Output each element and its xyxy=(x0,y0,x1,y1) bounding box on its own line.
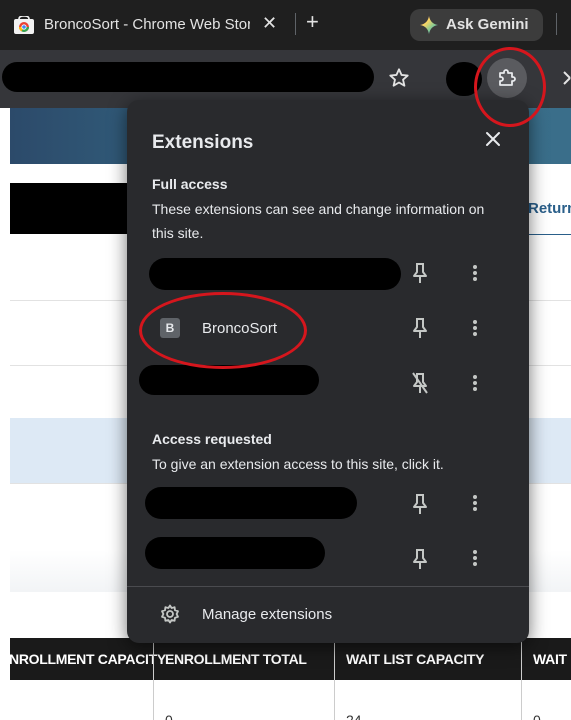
more-options-icon[interactable] xyxy=(472,264,478,282)
gemini-sparkle-icon xyxy=(420,16,438,34)
screen: BroncoSort - Chrome Web Store ✕ + Ask Ge… xyxy=(0,0,571,720)
manage-extensions-link[interactable]: Manage extensions xyxy=(202,606,332,623)
annotation-circle-extensions-button xyxy=(474,47,546,127)
more-options-icon[interactable] xyxy=(472,374,478,392)
kebab-menu-icon[interactable] xyxy=(562,64,571,90)
extension-item-redacted[interactable] xyxy=(139,365,319,395)
pin-icon[interactable] xyxy=(412,262,428,284)
access-requested-heading: Access requested xyxy=(152,431,272,447)
column-divider xyxy=(334,638,335,720)
tab-separator-right xyxy=(556,13,557,35)
address-bar-redacted[interactable] xyxy=(2,62,374,92)
close-icon[interactable] xyxy=(484,130,502,148)
table-cell: 0 xyxy=(533,712,541,720)
column-header-wait-list-capacity[interactable]: WAIT LIST CAPACITY xyxy=(346,651,485,667)
tab-bar: BroncoSort - Chrome Web Store ✕ + Ask Ge… xyxy=(0,0,571,50)
page-heading-redacted xyxy=(10,183,135,234)
tab-separator xyxy=(295,13,296,35)
return-link-underline xyxy=(528,234,571,235)
popup-divider xyxy=(127,586,529,587)
access-requested-description: To give an extension access to this site… xyxy=(152,456,444,472)
tab-close-icon[interactable]: ✕ xyxy=(262,13,277,34)
chrome-web-store-icon xyxy=(14,16,34,34)
more-options-icon[interactable] xyxy=(472,549,478,567)
ask-gemini-label: Ask Gemini xyxy=(446,16,529,33)
pin-icon[interactable] xyxy=(412,548,428,570)
gear-icon xyxy=(161,604,179,624)
more-options-icon[interactable] xyxy=(472,319,478,337)
return-to-link[interactable]: Return To xyxy=(528,200,571,217)
browser-tab[interactable]: BroncoSort - Chrome Web Store ✕ xyxy=(0,0,296,50)
column-header-enrollment-total[interactable]: ENROLLMENT TOTAL xyxy=(165,651,307,667)
column-divider xyxy=(521,638,522,720)
extension-item-redacted[interactable] xyxy=(149,258,401,290)
column-header-enrollment-capacity[interactable]: ENROLLMENT CAPACITY xyxy=(0,651,166,667)
full-access-description: These extensions can see and change info… xyxy=(152,201,485,241)
full-access-heading: Full access xyxy=(152,176,228,192)
popup-title: Extensions xyxy=(152,132,254,153)
table-cell: 0 xyxy=(165,712,173,720)
column-header-wait[interactable]: WAIT xyxy=(533,651,567,667)
more-options-icon[interactable] xyxy=(472,494,478,512)
ask-gemini-button[interactable]: Ask Gemini xyxy=(410,9,543,41)
new-tab-button[interactable]: + xyxy=(306,9,319,35)
table-cell: 24 xyxy=(346,712,362,720)
unpin-icon[interactable] xyxy=(412,372,428,394)
star-icon[interactable] xyxy=(388,67,410,89)
extension-item-redacted[interactable] xyxy=(145,487,357,519)
pin-icon[interactable] xyxy=(412,493,428,515)
pin-icon[interactable] xyxy=(412,317,428,339)
column-divider xyxy=(153,638,154,720)
tab-title: BroncoSort - Chrome Web Store xyxy=(44,16,250,33)
page-margin xyxy=(0,108,10,164)
annotation-circle-broncosort xyxy=(139,292,307,369)
extension-item-redacted[interactable] xyxy=(145,537,325,569)
extensions-popup: Extensions Full access These extensions … xyxy=(127,100,529,643)
